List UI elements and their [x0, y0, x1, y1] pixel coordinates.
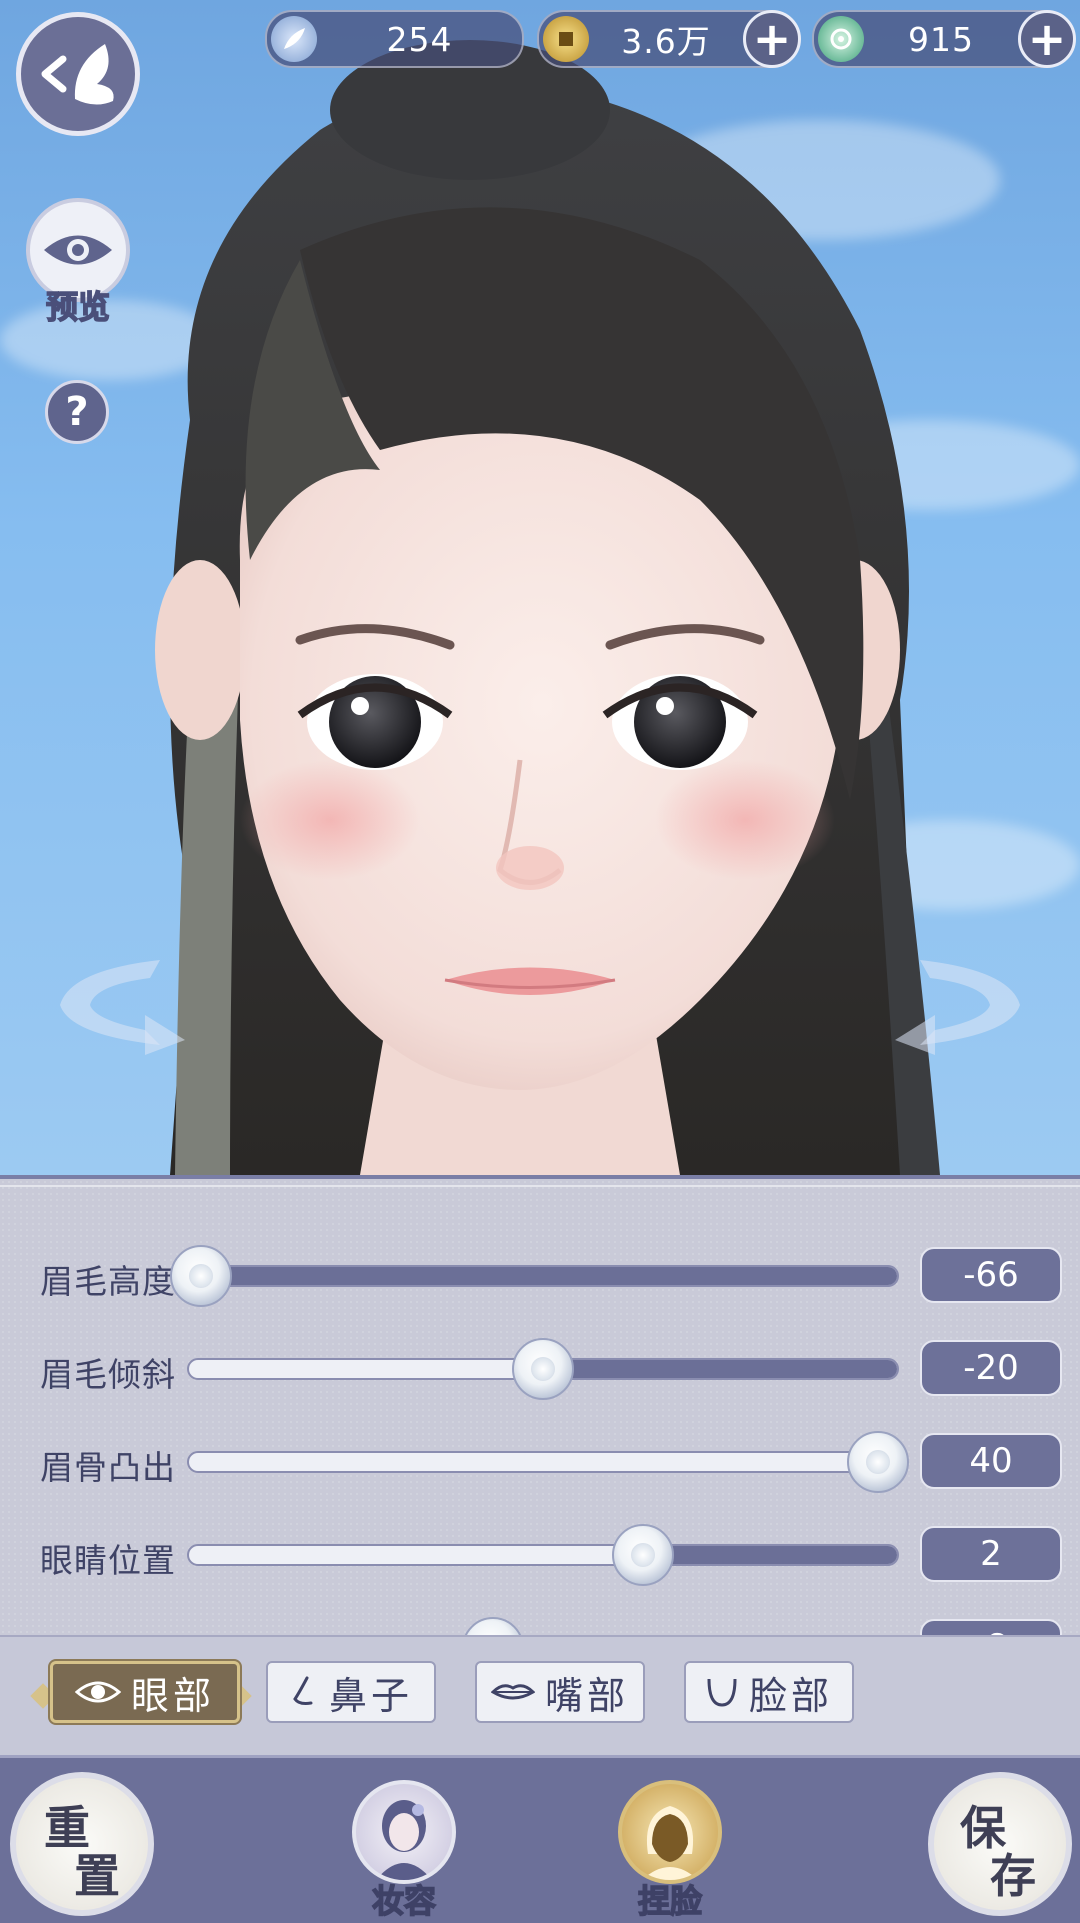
eye-icon — [74, 1681, 121, 1703]
bottom-bar: 重 置 妆容 捏脸 保 存 — [0, 1755, 1080, 1923]
tab-eyes[interactable]: 眼部 — [50, 1661, 240, 1723]
slider-track[interactable] — [187, 1265, 899, 1287]
tab-mouth[interactable]: 嘴部 — [475, 1661, 645, 1723]
currency-jade-dragon: 915 + — [812, 10, 1076, 68]
reset-label-bottom: 置 — [74, 1849, 120, 1903]
add-jade-button[interactable]: + — [1018, 10, 1076, 68]
add-copper-button[interactable]: + — [743, 10, 801, 68]
currency-value: 254 — [386, 19, 453, 59]
makeup-label: 妆容 — [371, 1881, 437, 1921]
currency-value: 3.6万 — [621, 22, 711, 61]
slider-value[interactable]: 40 — [920, 1433, 1062, 1489]
back-button[interactable] — [16, 12, 140, 136]
slider-label: 眼睛位置 — [40, 1541, 176, 1580]
currency-copper-coin: 3.6万 + — [537, 10, 801, 68]
rotate-left-icon[interactable] — [50, 950, 190, 1060]
tab-face[interactable]: 脸部 — [684, 1661, 854, 1723]
slider-knob[interactable] — [512, 1338, 574, 1400]
nose-icon — [293, 1676, 313, 1705]
face-icon — [707, 1678, 737, 1707]
rotate-right-icon[interactable] — [890, 950, 1030, 1060]
slider-knob[interactable] — [611, 1524, 674, 1586]
panel-divider — [0, 1185, 1080, 1187]
butterfly-back-icon — [41, 44, 114, 105]
slider-knob[interactable] — [846, 1431, 909, 1493]
face-sculpt-button[interactable] — [618, 1780, 722, 1884]
feather-coin-icon — [271, 16, 317, 62]
slider-track[interactable] — [187, 1544, 899, 1566]
tab-label: 眼部 — [130, 1673, 215, 1718]
reset-button[interactable]: 重 置 — [10, 1772, 154, 1916]
character-viewport[interactable] — [0, 0, 1080, 1175]
slider-row: 眼睛位置 2 — [0, 1524, 1080, 1586]
slider-track[interactable] — [187, 1451, 899, 1473]
tab-label: 嘴部 — [544, 1673, 629, 1718]
eye-icon — [44, 235, 112, 265]
slider-row: 眉毛倾斜 -20 — [0, 1338, 1080, 1400]
slider-value[interactable]: -20 — [920, 1340, 1062, 1396]
slider-fill — [543, 1360, 897, 1378]
currency-silver-feather: 254 — [265, 10, 524, 68]
makeup-portrait-icon — [376, 1800, 432, 1880]
slider-label: 眉毛倾斜 — [40, 1355, 176, 1394]
save-button[interactable]: 保 存 — [928, 1772, 1072, 1916]
face-sculpt-icon — [642, 1806, 698, 1880]
slider-label: 眉骨凸出 — [40, 1448, 176, 1487]
save-label-bottom: 存 — [990, 1849, 1036, 1903]
slider-row: 眉毛高度 -66 — [0, 1245, 1080, 1307]
tab-label: 鼻子 — [328, 1673, 413, 1718]
adjust-panel: 眉毛高度 -66 眉毛倾斜 -20 眉骨凸出 40 眼睛位置 2 眼睛大小 — [0, 1175, 1080, 1639]
slider-knob[interactable] — [170, 1245, 233, 1307]
copper-coin-icon — [543, 16, 589, 62]
slider-label: 眉毛高度 — [40, 1262, 176, 1301]
jade-dragon-icon — [818, 16, 864, 62]
tab-nose[interactable]: 鼻子 — [266, 1661, 436, 1723]
slider-fill — [203, 1267, 897, 1285]
preview-label: 预览 — [45, 287, 111, 327]
face-sculpt-label: 捏脸 — [637, 1881, 703, 1921]
slider-value[interactable]: -66 — [920, 1247, 1062, 1303]
slider-fill — [642, 1546, 897, 1564]
help-button[interactable]: ? — [45, 380, 109, 444]
currency-value: 915 — [908, 19, 974, 59]
tab-label: 脸部 — [748, 1673, 833, 1718]
slider-row: 眉骨凸出 40 — [0, 1431, 1080, 1493]
slider-value[interactable]: 2 — [920, 1526, 1062, 1582]
makeup-button[interactable] — [352, 1780, 456, 1884]
lips-icon — [490, 1684, 535, 1700]
category-tabs: 眼部 鼻子 嘴部 脸部 — [0, 1635, 1080, 1757]
